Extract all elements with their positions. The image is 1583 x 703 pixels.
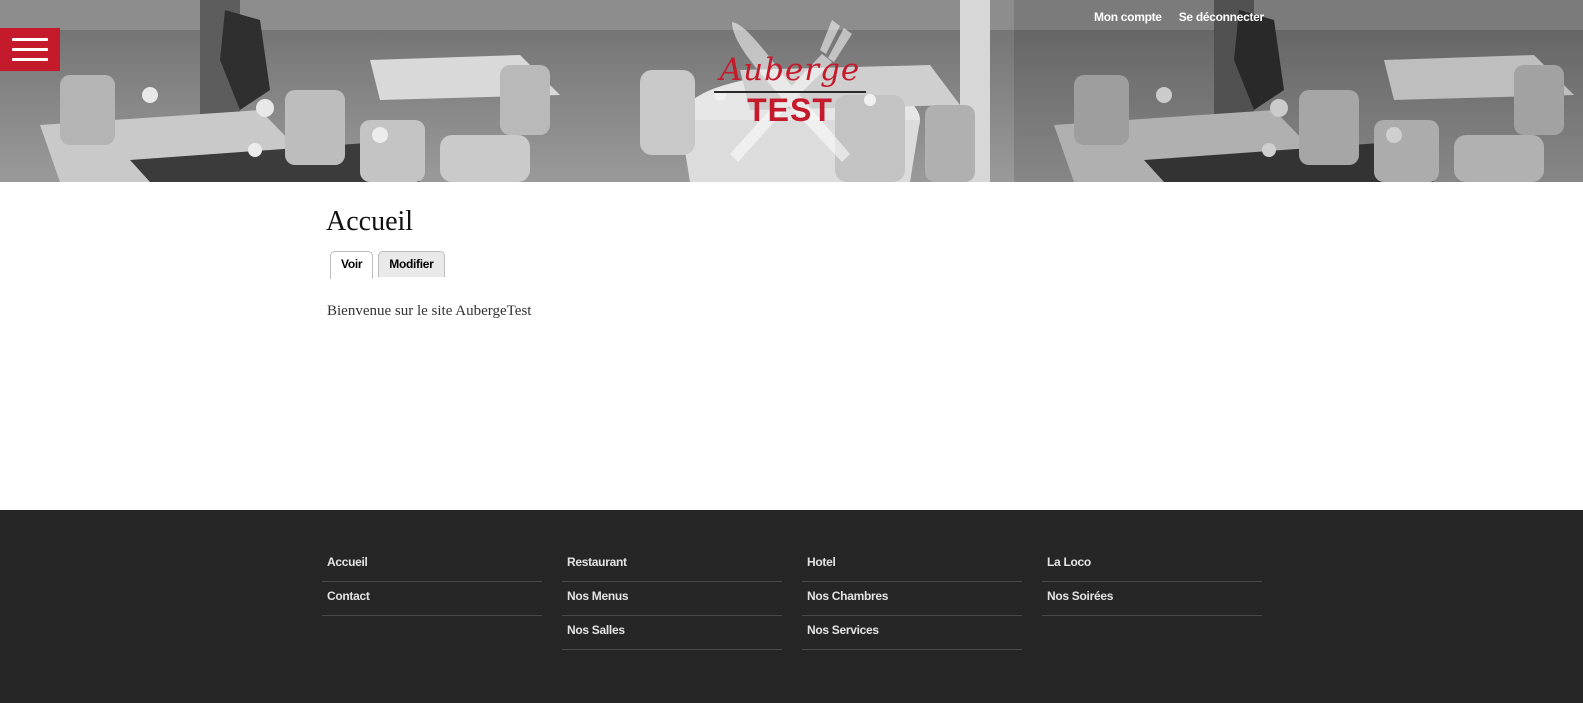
footer-link-nos-services[interactable]: Nos Services	[802, 616, 1022, 650]
hamburger-icon-bar	[12, 38, 48, 41]
fork-knife-icon	[730, 20, 852, 162]
footer-column-home: Accueil Contact	[322, 548, 542, 616]
site-logo[interactable]: Auberge TEST	[700, 14, 880, 164]
footer-link-accueil[interactable]: Accueil	[322, 548, 542, 582]
footer-link-restaurant[interactable]: Restaurant	[562, 548, 782, 582]
footer-column-restaurant: Restaurant Nos Menus Nos Salles	[562, 548, 782, 650]
hamburger-icon-bar	[12, 58, 48, 61]
page-body-text: Bienvenue sur le site AubergeTest	[327, 303, 532, 319]
page-tabs: Voir Modifier	[330, 251, 445, 279]
footer-link-hotel[interactable]: Hotel	[802, 548, 1022, 582]
footer-link-nos-salles[interactable]: Nos Salles	[562, 616, 782, 650]
footer-link-nos-menus[interactable]: Nos Menus	[562, 582, 782, 616]
user-nav: Mon compte Se déconnecter	[1094, 10, 1278, 24]
logo-script-text: Auberge	[719, 52, 861, 88]
tab-view[interactable]: Voir	[330, 251, 374, 279]
logo-word-text: TEST	[747, 92, 833, 128]
footer-link-la-loco[interactable]: La Loco	[1042, 548, 1262, 582]
footer-column-la-loco: La Loco Nos Soirées	[1042, 548, 1262, 616]
footer-link-nos-chambres[interactable]: Nos Chambres	[802, 582, 1022, 616]
hamburger-icon-bar	[12, 48, 48, 51]
page-title: Accueil	[326, 206, 414, 237]
header-banner: Auberge TEST Mon compte Se déconnecter	[0, 0, 1583, 182]
site-footer: Accueil Contact Restaurant Nos Menus Nos…	[0, 510, 1583, 703]
tab-edit[interactable]: Modifier	[378, 251, 445, 277]
footer-column-hotel: Hotel Nos Chambres Nos Services	[802, 548, 1022, 650]
my-account-link[interactable]: Mon compte	[1094, 10, 1162, 24]
footer-link-contact[interactable]: Contact	[322, 582, 542, 616]
footer-link-nos-soirees[interactable]: Nos Soirées	[1042, 582, 1262, 616]
menu-toggle-button[interactable]	[0, 28, 60, 71]
logout-link[interactable]: Se déconnecter	[1179, 10, 1264, 24]
